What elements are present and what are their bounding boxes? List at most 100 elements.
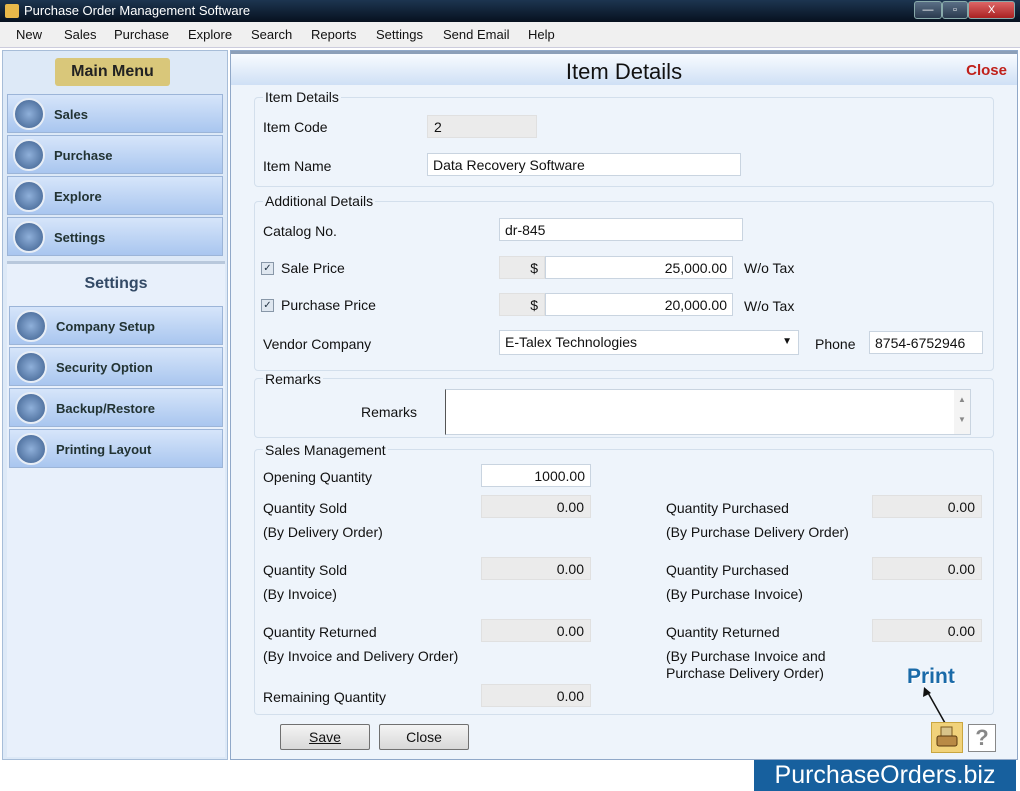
purchased-pdo-label: Quantity Purchased xyxy=(666,500,789,516)
purchase-returned-sub2: Purchase Delivery Order) xyxy=(666,665,824,681)
remarks-legend: Remarks xyxy=(263,371,324,387)
sale-currency: $ xyxy=(499,256,545,279)
purchased-inv-sub: (By Purchase Invoice) xyxy=(666,586,803,602)
remaining-label: Remaining Quantity xyxy=(263,689,386,705)
backup-icon xyxy=(15,392,47,424)
sold-inv-label: Quantity Sold xyxy=(263,562,348,578)
menu-new[interactable]: New xyxy=(16,27,42,42)
catalog-input[interactable]: dr-845 xyxy=(499,218,743,241)
sidebar-item-sales[interactable]: Sales xyxy=(7,94,223,133)
main-menu-title: Main Menu xyxy=(55,58,170,86)
returned-sub: (By Invoice and Delivery Order) xyxy=(263,648,459,664)
sidebar-item-settings[interactable]: Settings xyxy=(7,217,223,256)
sale-price-checkbox[interactable]: ✓ xyxy=(261,262,274,275)
sidebar-item-security-option[interactable]: Security Option xyxy=(9,347,223,386)
sold-do-sub: (By Delivery Order) xyxy=(263,524,383,540)
sold-do-label: Quantity Sold xyxy=(263,500,348,516)
sale-price-label: Sale Price xyxy=(281,260,345,276)
remarks-label: Remarks xyxy=(361,404,418,420)
print-button[interactable] xyxy=(931,722,963,753)
close-button[interactable]: Close xyxy=(379,724,469,750)
menu-bar: New Sales Purchase Explore Search Report… xyxy=(0,22,1020,48)
sales-management-legend: Sales Management xyxy=(263,442,388,458)
opening-quantity-label: Opening Quantity xyxy=(263,469,372,485)
sold-inv-sub: (By Invoice) xyxy=(263,586,337,602)
purchase-returned-sub1: (By Purchase Invoice and xyxy=(666,648,826,664)
purchased-pdo-sub: (By Purchase Delivery Order) xyxy=(666,524,849,540)
menu-search[interactable]: Search xyxy=(251,27,292,42)
item-name-label: Item Name xyxy=(263,158,332,174)
item-code-field: 2 xyxy=(427,115,537,138)
menu-help[interactable]: Help xyxy=(528,27,555,42)
menu-send-email[interactable]: Send Email xyxy=(443,27,509,42)
lock-icon xyxy=(15,351,47,383)
opening-quantity-input[interactable]: 1000.00 xyxy=(481,464,591,487)
sold-do-field: 0.00 xyxy=(481,495,591,518)
purchase-tax-label: W/o Tax xyxy=(744,298,795,314)
print-annotation: Print xyxy=(907,665,955,688)
menu-explore[interactable]: Explore xyxy=(188,27,232,42)
brand-banner: PurchaseOrders.biz xyxy=(754,760,1016,791)
purchased-inv-field: 0.00 xyxy=(872,557,982,580)
title-bar: Purchase Order Management Software — ▫ X xyxy=(0,0,1020,22)
company-setup-icon xyxy=(15,310,47,342)
remarks-scrollbar[interactable]: ▲ ▼ xyxy=(954,390,970,434)
returned-field: 0.00 xyxy=(481,619,591,642)
additional-details-legend: Additional Details xyxy=(263,193,376,209)
purchase-basket-icon xyxy=(13,139,45,171)
window-title: Purchase Order Management Software xyxy=(24,3,251,18)
purchase-price-input[interactable]: 20,000.00 xyxy=(545,293,733,316)
menu-purchase[interactable]: Purchase xyxy=(114,27,169,42)
settings-panel-title: Settings xyxy=(84,275,148,292)
remaining-field: 0.00 xyxy=(481,684,591,707)
save-button[interactable]: Save xyxy=(280,724,370,750)
help-button[interactable]: ? xyxy=(968,724,996,752)
sales-chart-icon xyxy=(13,98,45,130)
sidebar-item-explore[interactable]: Explore xyxy=(7,176,223,215)
minimize-button[interactable]: — xyxy=(914,1,942,19)
chevron-down-icon: ▼ xyxy=(782,336,792,347)
sale-price-input[interactable]: 25,000.00 xyxy=(545,256,733,279)
sidebar-item-company-setup[interactable]: Company Setup xyxy=(9,306,223,345)
printer-icon xyxy=(936,726,958,747)
item-details-panel: Item Details Close Item Details Item Cod… xyxy=(230,50,1018,760)
printer-icon xyxy=(15,433,47,465)
panel-header: Item Details Close xyxy=(231,51,1017,85)
phone-input[interactable]: 8754-6752946 xyxy=(869,331,983,354)
close-window-button[interactable]: X xyxy=(968,1,1015,19)
gear-icon xyxy=(13,221,45,253)
vendor-label: Vendor Company xyxy=(263,336,372,352)
menu-settings[interactable]: Settings xyxy=(376,27,423,42)
sidebar-item-backup-restore[interactable]: Backup/Restore xyxy=(9,388,223,427)
annotation-arrow-icon xyxy=(923,687,946,724)
item-name-input[interactable]: Data Recovery Software xyxy=(427,153,741,176)
purchased-inv-label: Quantity Purchased xyxy=(666,562,789,578)
settings-panel: Settings Company Setup Security Option B… xyxy=(7,261,225,757)
sidebar: Main Menu Sales Purchase Explore Setting… xyxy=(2,50,228,760)
close-link[interactable]: Close xyxy=(966,62,1007,79)
sold-inv-field: 0.00 xyxy=(481,557,591,580)
purchase-currency: $ xyxy=(499,293,545,316)
vendor-select[interactable]: E-Talex Technologies ▼ xyxy=(499,330,799,355)
menu-sales[interactable]: Sales xyxy=(64,27,97,42)
menu-reports[interactable]: Reports xyxy=(311,27,357,42)
catalog-label: Catalog No. xyxy=(263,223,337,239)
item-code-label: Item Code xyxy=(263,119,328,135)
purchase-returned-label: Quantity Returned xyxy=(666,624,780,640)
sale-tax-label: W/o Tax xyxy=(744,260,795,276)
purchase-returned-field: 0.00 xyxy=(872,619,982,642)
purchased-pdo-field: 0.00 xyxy=(872,495,982,518)
explore-icon xyxy=(13,180,45,212)
item-details-legend: Item Details xyxy=(263,89,341,105)
sales-management-group xyxy=(254,449,994,715)
returned-label: Quantity Returned xyxy=(263,624,377,640)
app-icon xyxy=(5,4,19,18)
page-title: Item Details xyxy=(565,59,683,84)
sidebar-item-purchase[interactable]: Purchase xyxy=(7,135,223,174)
sidebar-item-printing-layout[interactable]: Printing Layout xyxy=(9,429,223,468)
purchase-price-checkbox[interactable]: ✓ xyxy=(261,299,274,312)
purchase-price-label: Purchase Price xyxy=(281,297,376,313)
remarks-textarea[interactable] xyxy=(445,389,971,435)
restore-button[interactable]: ▫ xyxy=(942,1,968,19)
phone-label: Phone xyxy=(815,336,856,352)
